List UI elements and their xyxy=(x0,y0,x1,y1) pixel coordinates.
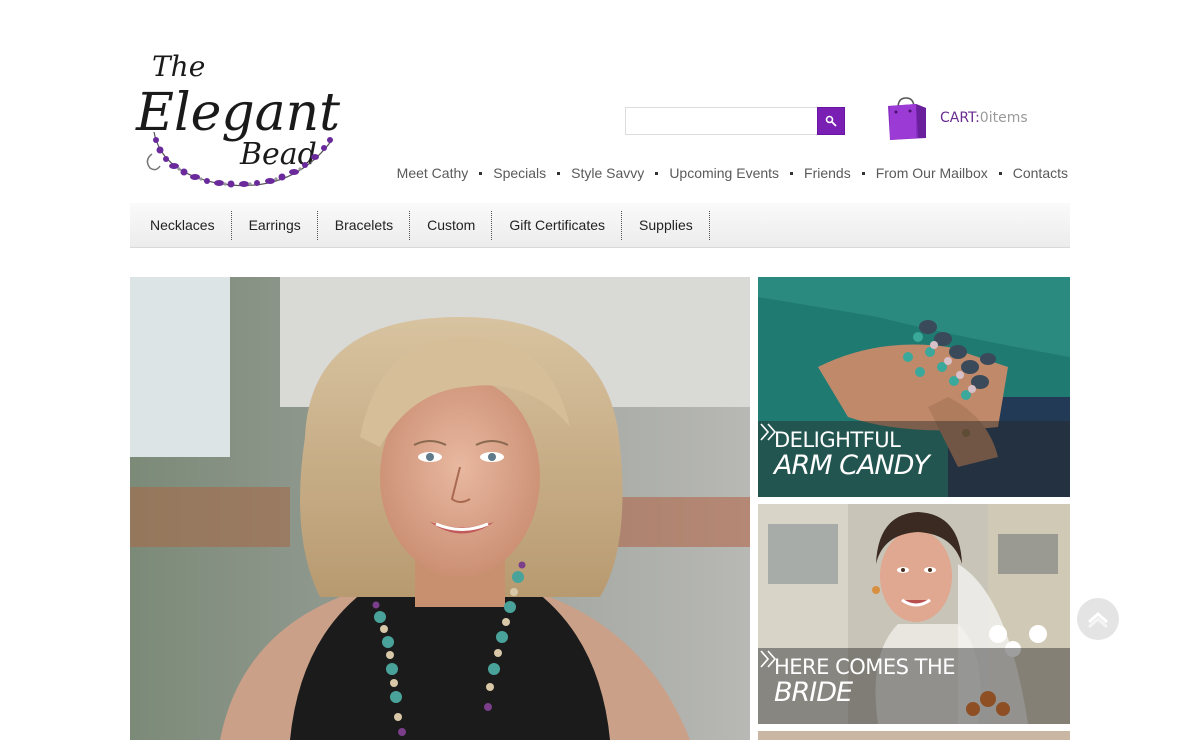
promo-line2: ARM CANDY xyxy=(774,450,930,481)
nav-separator xyxy=(790,171,794,175)
hero-portrait xyxy=(130,277,750,740)
promo-caption: DELIGHTFUL ARM CANDY xyxy=(758,421,1070,497)
nav-specials[interactable]: Specials xyxy=(493,165,546,181)
promo-bride[interactable]: HERE COMES THE BRIDE xyxy=(758,504,1070,724)
category-necklaces[interactable]: Necklaces xyxy=(130,210,232,240)
shopping-bag-icon xyxy=(888,97,926,140)
category-menu: Necklaces Earrings Bracelets Custom Gift… xyxy=(130,203,1070,248)
search-button[interactable] xyxy=(817,107,845,135)
logo-word-elegant: Elegant xyxy=(135,83,340,143)
nav-style-savvy[interactable]: Style Savvy xyxy=(571,165,644,181)
category-gift-certificates[interactable]: Gift Certificates xyxy=(492,210,623,240)
category-bracelets[interactable]: Bracelets xyxy=(318,210,411,240)
chevron-up-icon xyxy=(1088,611,1108,628)
logo-graphic: The Elegant Bead xyxy=(135,50,340,188)
cart-count: 0items xyxy=(979,110,1028,126)
site-logo[interactable]: The Elegant Bead xyxy=(132,44,352,194)
double-chevron-right-icon xyxy=(760,650,777,668)
category-earrings[interactable]: Earrings xyxy=(232,210,318,240)
search-icon xyxy=(825,115,837,127)
nav-separator xyxy=(861,171,865,175)
nav-separator xyxy=(998,171,1002,175)
cart-prefix: CART: xyxy=(940,110,980,126)
promo-caption: HERE COMES THE BRIDE xyxy=(758,648,1070,724)
search-form xyxy=(625,107,845,135)
category-custom[interactable]: Custom xyxy=(410,210,493,240)
nav-separator xyxy=(479,171,483,175)
cart-link[interactable]: CART:0items xyxy=(886,96,1028,140)
top-nav: Meet Cathy Specials Style Savvy Upcoming… xyxy=(397,165,1068,181)
promo-arm-candy[interactable]: DELIGHTFUL ARM CANDY xyxy=(758,277,1070,497)
nav-contacts[interactable]: Contacts xyxy=(1013,165,1068,181)
promo-line1: DELIGHTFUL xyxy=(774,428,901,452)
nav-separator xyxy=(655,171,659,175)
promo-line2: BRIDE xyxy=(774,677,853,708)
search-input[interactable] xyxy=(625,107,817,135)
nav-from-our-mailbox[interactable]: From Our Mailbox xyxy=(876,165,988,181)
nav-friends[interactable]: Friends xyxy=(804,165,851,181)
hero-image[interactable] xyxy=(130,277,750,740)
category-supplies[interactable]: Supplies xyxy=(622,210,710,240)
nav-separator xyxy=(557,171,561,175)
double-chevron-right-icon xyxy=(760,423,777,441)
promo-line1: HERE COMES THE xyxy=(774,655,956,679)
page: The Elegant Bead CART:0items Meet Cathy … xyxy=(0,0,1200,740)
back-to-top-button[interactable] xyxy=(1077,598,1119,640)
promo-third[interactable] xyxy=(758,731,1070,740)
logo-word-the: The xyxy=(152,50,205,83)
nav-upcoming-events[interactable]: Upcoming Events xyxy=(669,165,779,181)
nav-meet-cathy[interactable]: Meet Cathy xyxy=(397,165,469,181)
cart-label: CART:0items xyxy=(940,110,1028,126)
